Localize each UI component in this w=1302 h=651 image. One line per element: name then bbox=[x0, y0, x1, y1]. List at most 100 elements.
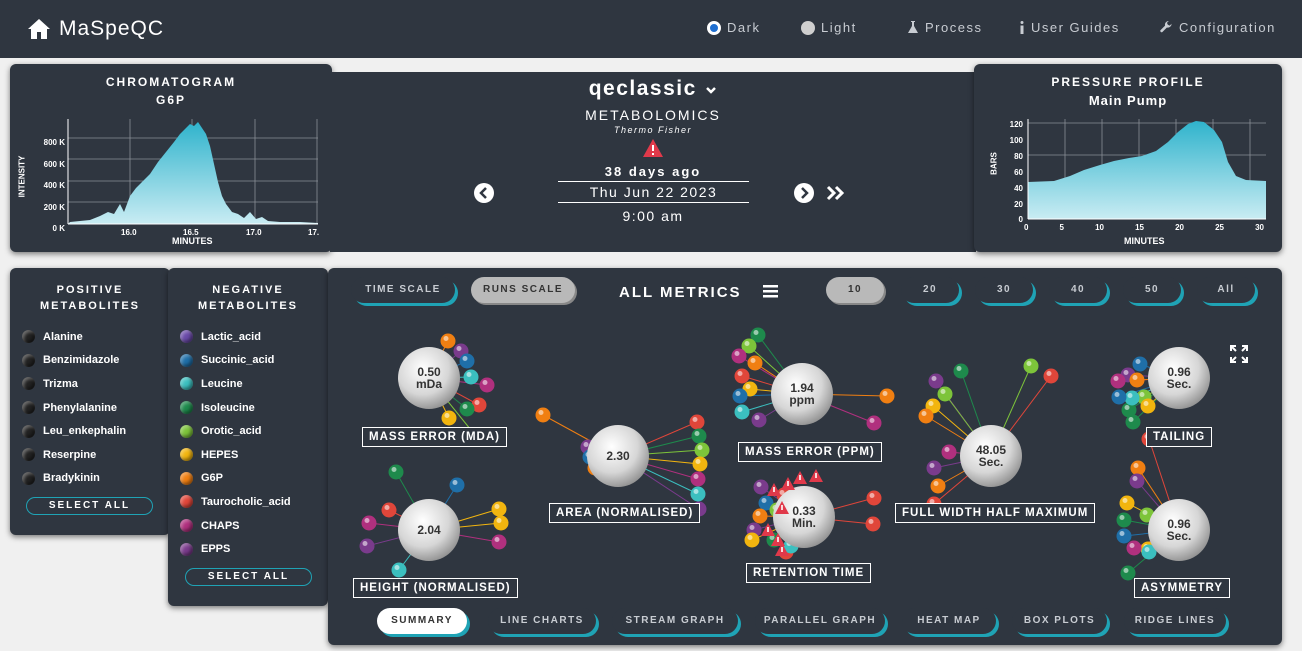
next-run-icon[interactable] bbox=[793, 182, 815, 204]
run-ball[interactable] bbox=[535, 407, 551, 423]
view-parallel-graph-button[interactable]: PARALLEL GRAPH bbox=[755, 608, 885, 634]
run-ball[interactable] bbox=[1126, 540, 1142, 556]
run-ball[interactable] bbox=[1116, 512, 1132, 528]
view-heat-map-button[interactable]: HEAT MAP bbox=[902, 608, 996, 634]
run-ball[interactable] bbox=[689, 414, 705, 430]
list-item[interactable]: Orotic_acid bbox=[168, 419, 328, 443]
run-ball[interactable] bbox=[692, 456, 708, 472]
previous-run-icon[interactable] bbox=[473, 182, 495, 204]
run-ball[interactable] bbox=[694, 442, 710, 458]
run-ball[interactable] bbox=[1023, 358, 1039, 374]
run-ball[interactable] bbox=[1110, 373, 1126, 389]
run-ball[interactable] bbox=[1111, 389, 1127, 405]
run-ball[interactable] bbox=[491, 534, 507, 550]
list-item[interactable]: Isoleucine bbox=[168, 396, 328, 420]
run-ball[interactable] bbox=[1132, 356, 1148, 372]
run-ball[interactable] bbox=[865, 516, 881, 532]
list-item[interactable]: G6P bbox=[168, 467, 328, 491]
list-item[interactable]: Leucine bbox=[168, 372, 328, 396]
view-ridge-lines-button[interactable]: RIDGE LINES bbox=[1124, 608, 1226, 634]
run-ball[interactable] bbox=[1124, 390, 1140, 406]
run-ball[interactable] bbox=[734, 368, 750, 384]
view-summary-button[interactable]: SUMMARY bbox=[377, 608, 467, 634]
metric-label[interactable]: MASS ERROR (MDA) bbox=[362, 427, 507, 447]
run-ball[interactable] bbox=[463, 369, 479, 385]
metric-label[interactable]: FULL WIDTH HALF MAXIMUM bbox=[895, 503, 1096, 523]
list-item[interactable]: HEPES bbox=[168, 443, 328, 467]
run-ball[interactable] bbox=[479, 377, 495, 393]
theme-dark-option[interactable]: Dark bbox=[707, 20, 760, 35]
run-ball[interactable] bbox=[1140, 398, 1156, 414]
run-ball[interactable] bbox=[747, 355, 763, 371]
run-ball[interactable] bbox=[441, 410, 457, 426]
run-ball[interactable] bbox=[381, 502, 397, 518]
run-ball[interactable] bbox=[1043, 368, 1059, 384]
run-ball[interactable] bbox=[732, 388, 748, 404]
list-item[interactable]: Bradykinin bbox=[10, 467, 170, 491]
run-ball[interactable] bbox=[918, 408, 934, 424]
run-ball[interactable] bbox=[734, 404, 750, 420]
run-ball[interactable] bbox=[866, 490, 882, 506]
run-ball[interactable] bbox=[459, 401, 475, 417]
metric-label[interactable]: RETENTION TIME bbox=[746, 563, 872, 583]
run-ball[interactable] bbox=[928, 373, 944, 389]
run-ball[interactable] bbox=[1125, 414, 1141, 430]
run-ball[interactable] bbox=[690, 471, 706, 487]
run-ball[interactable] bbox=[391, 562, 407, 578]
list-item[interactable]: CHAPS bbox=[168, 514, 328, 538]
run-ball[interactable] bbox=[953, 363, 969, 379]
run-ball[interactable] bbox=[361, 515, 377, 531]
run-ball[interactable] bbox=[493, 515, 509, 531]
list-item[interactable]: Alanine bbox=[10, 325, 170, 349]
run-ball[interactable] bbox=[459, 353, 475, 369]
list-item[interactable]: Succinic_acid bbox=[168, 349, 328, 373]
positive-select-all-button[interactable]: SELECT ALL bbox=[26, 497, 153, 515]
list-item[interactable]: Benzimidazole bbox=[10, 349, 170, 373]
run-ball[interactable] bbox=[690, 486, 706, 502]
nav-process[interactable]: Process bbox=[907, 20, 982, 35]
run-ball[interactable] bbox=[937, 386, 953, 402]
metric-label[interactable]: TAILING bbox=[1146, 427, 1213, 447]
run-ball[interactable] bbox=[926, 460, 942, 476]
theme-light-option[interactable]: Light bbox=[801, 20, 857, 35]
view-stream-graph-button[interactable]: STREAM GRAPH bbox=[612, 608, 738, 634]
run-ball[interactable] bbox=[744, 532, 760, 548]
run-ball[interactable] bbox=[752, 508, 768, 524]
metric-label[interactable]: AREA (NORMALISED) bbox=[549, 503, 701, 523]
metric-label[interactable]: MASS ERROR (PPM) bbox=[738, 442, 882, 462]
nav-configuration[interactable]: Configuration bbox=[1159, 20, 1276, 35]
latest-run-icon[interactable] bbox=[826, 185, 846, 201]
list-item[interactable]: EPPS bbox=[168, 537, 328, 561]
run-ball[interactable] bbox=[753, 479, 769, 495]
run-ball[interactable] bbox=[731, 348, 747, 364]
run-ball[interactable] bbox=[941, 444, 957, 460]
nav-user-guides[interactable]: User Guides bbox=[1019, 20, 1120, 35]
list-item[interactable]: Leu_enkephalin bbox=[10, 419, 170, 443]
run-ball[interactable] bbox=[1129, 372, 1145, 388]
run-ball[interactable] bbox=[359, 538, 375, 554]
run-ball[interactable] bbox=[440, 333, 456, 349]
brand[interactable]: MaSpeQC bbox=[27, 17, 164, 41]
list-item[interactable]: Lactic_acid bbox=[168, 325, 328, 349]
list-item[interactable]: Reserpine bbox=[10, 443, 170, 467]
metric-label[interactable]: HEIGHT (NORMALISED) bbox=[353, 578, 518, 598]
run-ball[interactable] bbox=[879, 388, 895, 404]
list-item[interactable]: Trizma bbox=[10, 372, 170, 396]
view-line-charts-button[interactable]: LINE CHARTS bbox=[488, 608, 596, 634]
run-ball[interactable] bbox=[1130, 460, 1146, 476]
view-box-plots-button[interactable]: BOX PLOTS bbox=[1012, 608, 1107, 634]
run-ball[interactable] bbox=[1116, 528, 1132, 544]
list-item[interactable]: Phenylalanine bbox=[10, 396, 170, 420]
run-ball[interactable] bbox=[449, 477, 465, 493]
run-ball[interactable] bbox=[866, 415, 882, 431]
run-ball[interactable] bbox=[930, 478, 946, 494]
run-ball[interactable] bbox=[1119, 495, 1135, 511]
metric-label[interactable]: ASYMMETRY bbox=[1134, 578, 1231, 598]
run-ball[interactable] bbox=[491, 501, 507, 517]
chevron-down-icon[interactable] bbox=[705, 85, 717, 95]
instrument-name[interactable]: qeclassic bbox=[589, 77, 697, 100]
run-ball[interactable] bbox=[751, 412, 767, 428]
negative-select-all-button[interactable]: SELECT ALL bbox=[185, 568, 312, 586]
run-ball[interactable] bbox=[388, 464, 404, 480]
run-ball[interactable] bbox=[691, 428, 707, 444]
